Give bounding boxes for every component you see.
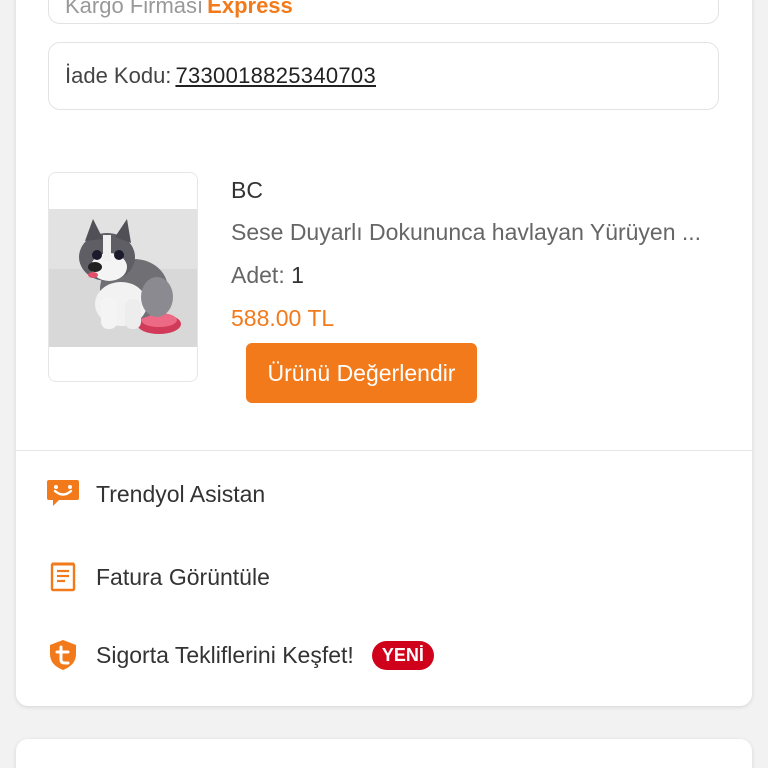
product-name[interactable]: Sese Duyarlı Dokununca havlayan Yürüyen … [231, 219, 701, 246]
plush-husky-dog-image [49, 209, 197, 347]
product-price: 588.00 TL [231, 305, 335, 331]
section-divider [16, 450, 752, 451]
chat-assistant-icon [44, 477, 82, 511]
product-image[interactable] [48, 172, 198, 382]
rate-product-button[interactable]: Ürünü Değerlendir [246, 343, 477, 403]
menu-item-label: Fatura Görüntüle [96, 563, 270, 590]
product-brand: BC [231, 177, 263, 203]
next-card [16, 739, 752, 768]
return-code-label: İade Kodu: [65, 63, 172, 88]
cargo-box: Kargo Firması Express [48, 0, 719, 24]
menu-item-trendyol-assistant[interactable]: Trendyol Asistan [44, 477, 265, 511]
shield-t-icon [44, 638, 82, 672]
menu-item-label: Sigorta Tekliflerini Keşfet! [96, 641, 354, 668]
menu-item-view-invoice[interactable]: Fatura Görüntüle [44, 560, 270, 594]
express-label: Express [207, 0, 293, 18]
invoice-icon [44, 560, 82, 594]
return-code-box: İade Kodu: 7330018825340703 [48, 42, 719, 110]
product-quantity: Adet: 1 [231, 262, 304, 288]
menu-item-label: Trendyol Asistan [96, 480, 266, 507]
new-badge: YENİ [371, 640, 434, 670]
menu-item-insurance-offers[interactable]: Sigorta Tekliflerini Keşfet! YENİ [44, 638, 434, 672]
cargo-label: Kargo Firması Express [65, 0, 293, 19]
return-code-value[interactable]: 7330018825340703 [175, 63, 376, 89]
